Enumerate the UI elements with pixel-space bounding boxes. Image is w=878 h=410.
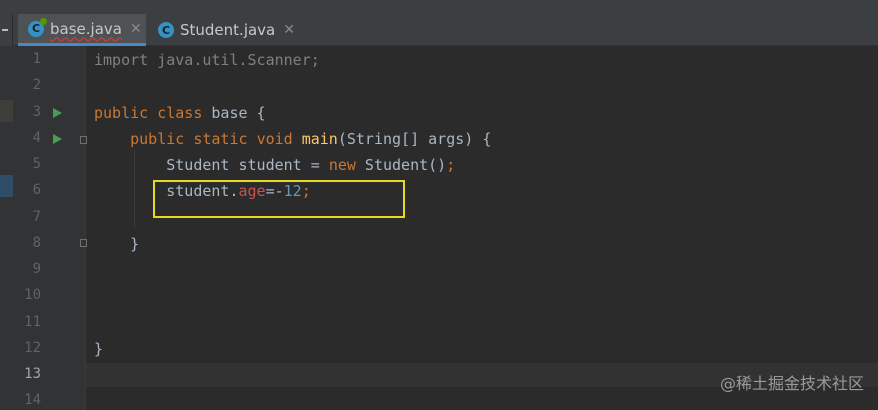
java-class-icon: C [158,22,174,38]
close-icon[interactable]: ✕ [283,22,295,38]
editor-tab-bar: C base.java ✕ C Student.java ✕ [0,0,878,46]
line-number: 12 [24,340,41,356]
tab-label: Student.java [180,21,276,39]
code-line-1: import java.util.Scanner; [94,51,320,69]
line-number: 8 [32,235,41,251]
line-number: 11 [24,314,41,330]
annotation-highlight-box [153,180,405,218]
watermark: @稀土掘金技术社区 [719,374,864,393]
line-number: 2 [32,77,41,93]
code-editor[interactable]: import java.util.Scanner; public class b… [86,46,878,410]
line-number: 9 [32,261,41,277]
tool-window-strip [0,46,13,410]
line-number: 7 [32,209,41,225]
collapse-handle[interactable] [0,14,13,46]
line-number-gutter: 1 2 3 4 5 6 7 8 9 10 11 12 13 14 [13,46,87,410]
code-line-3: public class base { [94,104,266,122]
line-number: 1 [32,51,41,67]
close-icon[interactable]: ✕ [130,21,142,37]
tab-base-java[interactable]: C base.java ✕ [18,14,146,46]
java-class-icon: C [28,17,47,37]
tab-student-java[interactable]: C Student.java ✕ [150,14,300,46]
run-main-icon[interactable] [53,134,62,144]
tool-strip-marker[interactable] [0,175,13,197]
line-number: 4 [32,130,41,146]
line-number-current: 13 [24,366,41,382]
line-number: 6 [32,182,41,198]
tool-strip-marker[interactable] [0,100,13,122]
line-number: 10 [24,287,41,303]
code-line-4: public static void main(String[] args) { [130,130,492,148]
line-number: 5 [32,156,41,172]
line-number: 14 [24,392,41,408]
line-number: 3 [32,104,41,120]
run-class-icon[interactable] [53,108,62,118]
code-line-8: } [130,235,140,253]
code-line-12: } [94,340,104,358]
tab-label: base.java [50,19,122,38]
code-line-5: Student student = new Student(); [166,156,456,174]
minus-icon [2,29,8,31]
